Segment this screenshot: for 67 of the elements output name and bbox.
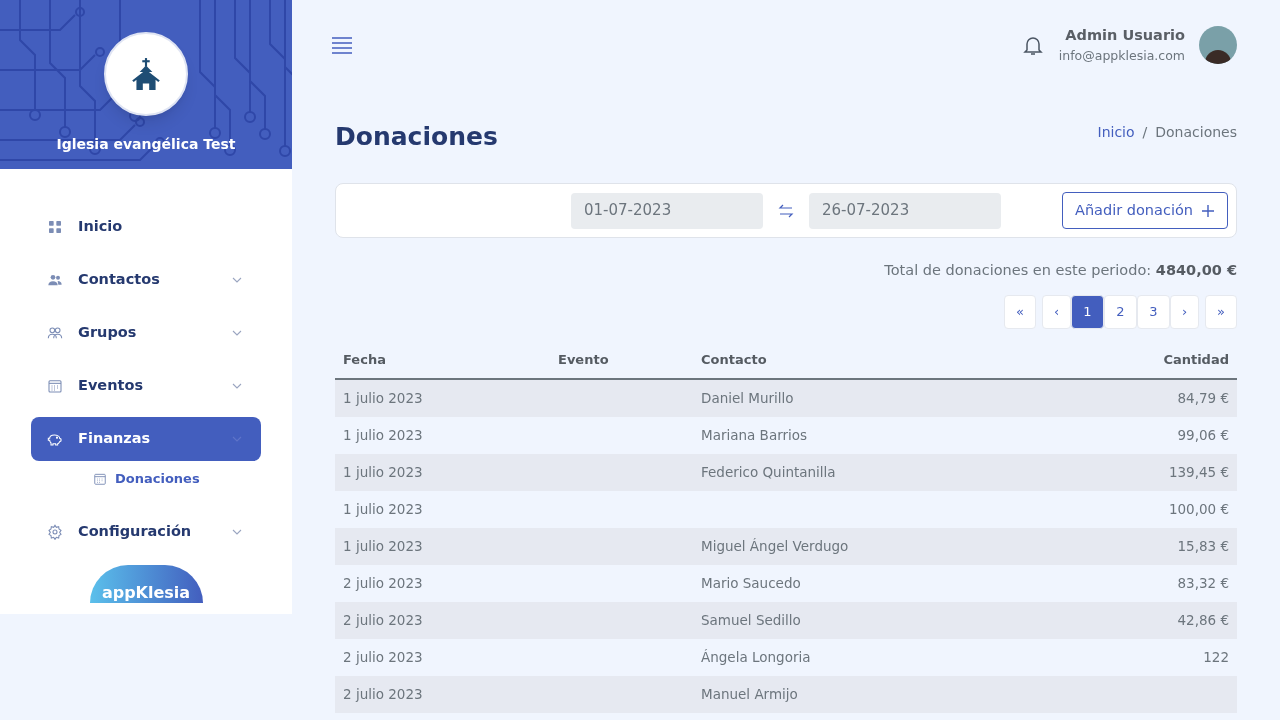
table-cell-text: 99,06 € — [1176, 426, 1229, 446]
user-avatar[interactable] — [1199, 26, 1237, 64]
table-cell-text: 1 julio 2023 — [343, 426, 424, 446]
page-title: Donaciones — [335, 120, 498, 153]
table-cell-text: 2 julio 2023 — [343, 685, 424, 705]
column-header: Cantidad — [1162, 351, 1229, 369]
table-cell-text: Federico Quintanilla — [701, 463, 837, 483]
pagination-button[interactable]: 1 — [1071, 294, 1104, 329]
table-cell-text: 83,32 € — [1176, 574, 1229, 594]
church-icon — [129, 57, 163, 91]
menu-icon[interactable] — [331, 34, 353, 56]
table-cell-text: Mariana Barrios — [701, 426, 809, 446]
sidebar-item[interactable]: Finanzas — [31, 417, 261, 461]
user-email: info@appklesia.com — [1058, 46, 1185, 65]
sidebar-item[interactable]: Configuración — [31, 510, 261, 554]
date-to-field[interactable]: 26-07-2023 — [809, 192, 1001, 229]
table-cell-text: 1 julio 2023 — [343, 537, 424, 557]
table-cell-text: 139,45 € — [1167, 463, 1229, 483]
table-cell-text: 42,86 € — [1176, 611, 1229, 631]
table-cell-text: 100,00 € — [1167, 500, 1229, 520]
pagination-button[interactable]: 2 — [1104, 294, 1137, 329]
table-cell-text: 1 julio 2023 — [343, 463, 424, 483]
table-cell-text: Mario Saucedo — [701, 574, 802, 594]
table-cell-text: 2 julio 2023 — [343, 574, 424, 594]
sidebar-item[interactable]: Inicio — [31, 205, 261, 249]
table-cell-text: 122 — [1202, 648, 1229, 668]
pagination-button[interactable]: ‹ — [1042, 294, 1071, 329]
breadcrumb-text: / — [1142, 123, 1148, 142]
table-cell-text: Samuel Sedillo — [701, 611, 802, 631]
table-cell-text: Ángela Longoria — [701, 648, 812, 668]
table-cell-text: Manuel Armijo — [701, 685, 799, 705]
column-header: Fecha — [343, 351, 387, 369]
grid-icon — [47, 219, 63, 235]
table-cell-text: 84,79 € — [1176, 389, 1229, 409]
column-header: Contacto — [701, 351, 768, 369]
table-cell-text: Miguel Ángel Verdugo — [701, 537, 850, 557]
pagination-button[interactable]: « — [1004, 294, 1036, 329]
people-icon — [47, 272, 63, 288]
organization-name: Iglesia evangélica Test — [56, 135, 236, 154]
pagination-button[interactable]: › — [1170, 294, 1199, 329]
pagination-button[interactable]: 3 — [1137, 294, 1170, 329]
plus-icon — [1201, 203, 1215, 218]
settings-icon — [47, 524, 63, 540]
submenu-item[interactable]: Donaciones — [31, 468, 261, 490]
pagination-button[interactable]: » — [1205, 294, 1237, 329]
calendar-icon — [47, 378, 63, 394]
table-cell-text: 2 julio 2023 — [343, 611, 424, 631]
table-cell-text: 2 julio 2023 — [343, 648, 424, 668]
sidebar-item[interactable]: Contactos — [31, 258, 261, 302]
add-donation-button[interactable]: Añadir donación — [1062, 192, 1228, 229]
column-header: Evento — [558, 351, 610, 369]
swap-arrows-icon — [778, 202, 794, 219]
breadcrumb-text: Donaciones — [1155, 123, 1237, 142]
date-from-field[interactable]: 01-07-2023 — [571, 192, 763, 229]
group-icon — [47, 325, 63, 341]
breadcrumb-link[interactable]: Inicio — [1097, 122, 1135, 143]
table-cell-text: Daniel Murillo — [701, 389, 795, 409]
sidebar-item[interactable]: Eventos — [31, 364, 261, 408]
table-cell-text: 15,83 € — [1176, 537, 1229, 557]
table-cell-text: 1 julio 2023 — [343, 500, 424, 520]
piggy-bank-icon — [47, 431, 63, 447]
table-cell-text: 1 julio 2023 — [343, 389, 424, 409]
sidebar-item[interactable]: Grupos — [31, 311, 261, 355]
total-donations-text: Total de donaciones en este periodo: 4840,00 € — [884, 261, 1237, 280]
calendar-icon — [93, 472, 107, 486]
user-name: Admin Usuario — [1065, 25, 1185, 45]
app-logo: appKlesia — [89, 565, 203, 603]
